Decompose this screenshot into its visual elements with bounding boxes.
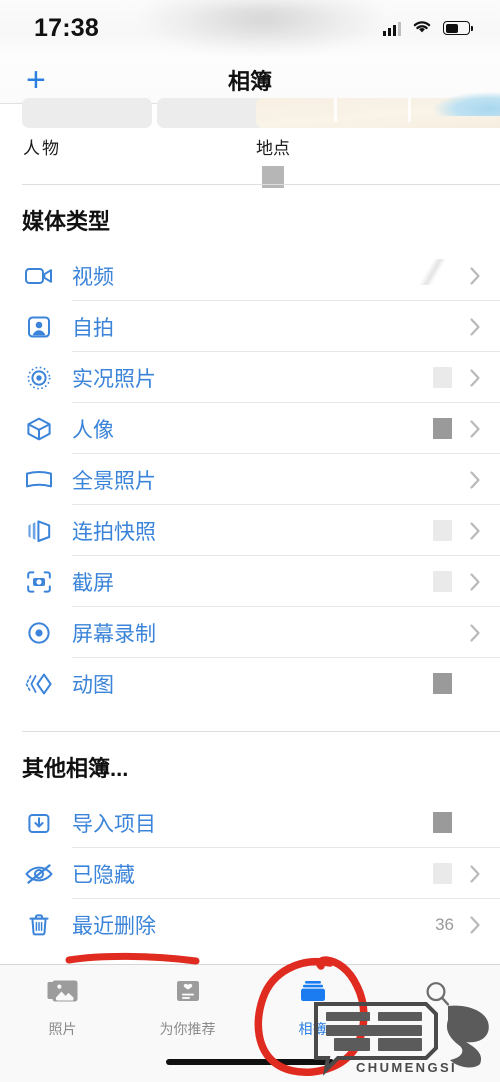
tab-photos[interactable]: 照片 (0, 979, 125, 1039)
album-count-placeholder (433, 673, 452, 694)
video-camera-icon (22, 260, 56, 292)
album-row-label: 视频 (72, 265, 114, 289)
album-row-label: 自拍 (72, 316, 114, 340)
chevron-right-icon (462, 673, 482, 695)
chevron-right-icon (462, 469, 482, 491)
album-row-count: 36 (435, 914, 454, 934)
places-album-thumbnail[interactable] (256, 92, 500, 128)
album-row[interactable]: 动图 (0, 658, 500, 709)
photos-albums-screen: 17:38 + 相簿 人物 地点 媒体类型 视频 自拍 实况照片 人像 全景照片… (0, 0, 500, 1082)
album-section: 其他相簿... 导入项目 已隐藏 最近删除 36 (0, 731, 500, 950)
section-title: 其他相簿... (22, 756, 129, 781)
album-row[interactable]: 截屏 (0, 556, 500, 607)
status-bar: 17:38 (0, 0, 500, 56)
burst-stack-icon (22, 515, 56, 547)
status-bar-time: 17:38 (34, 13, 99, 42)
screenshot-icon (22, 566, 56, 598)
tab-for-you-label: 为你推荐 (159, 1021, 216, 1037)
section-divider (22, 731, 500, 732)
album-count-placeholder (433, 520, 452, 541)
album-row-label: 全景照片 (72, 469, 156, 493)
album-section: 媒体类型 视频 自拍 实况照片 人像 全景照片 连拍快照 截屏 屏幕录制 动图 (0, 184, 500, 709)
page-title: 相簿 (227, 69, 272, 94)
eye-slash-icon (22, 858, 56, 890)
album-row[interactable]: 屏幕录制 (0, 607, 500, 658)
album-row-label: 已隐藏 (72, 863, 135, 887)
add-album-button[interactable]: + (26, 63, 46, 97)
album-row[interactable]: 已隐藏 (0, 848, 500, 899)
chevron-right-icon (462, 863, 482, 885)
live-photo-icon (22, 362, 56, 394)
chevron-right-icon (462, 367, 482, 389)
album-row-label: 最近删除 (72, 914, 156, 938)
selfie-person-icon (22, 311, 56, 343)
album-count-placeholder (433, 863, 452, 884)
section-divider (22, 184, 500, 185)
for-you-card-icon (173, 979, 203, 1012)
screen-record-icon (22, 617, 56, 649)
chevron-right-icon (462, 316, 482, 338)
trash-icon (22, 909, 56, 941)
chevron-right-icon (462, 418, 482, 440)
albums-sections: 媒体类型 视频 自拍 实况照片 人像 全景照片 连拍快照 截屏 屏幕录制 动图其… (0, 184, 500, 950)
album-count-placeholder (433, 571, 452, 592)
chevron-right-icon (462, 571, 482, 593)
album-row-label: 截屏 (72, 571, 114, 595)
tab-photos-label: 照片 (48, 1021, 77, 1037)
album-label-places: 地点 (256, 139, 290, 158)
album-row-label: 动图 (72, 673, 114, 697)
album-row[interactable]: 实况照片 (0, 352, 500, 403)
chevron-right-icon (462, 622, 482, 644)
chevron-right-icon (462, 914, 482, 936)
album-row-label: 实况照片 (72, 367, 156, 391)
status-bar-indicators (383, 18, 474, 39)
wifi-icon (411, 18, 433, 39)
album-count-placeholder (433, 367, 452, 388)
album-row[interactable]: 导入项目 (0, 797, 500, 848)
animated-gif-icon (22, 668, 56, 700)
cellular-signal-icon (383, 21, 401, 36)
album-row[interactable]: 自拍 (0, 301, 500, 352)
albums-scroll-content[interactable]: 人物 地点 媒体类型 视频 自拍 实况照片 人像 全景照片 连拍快照 截屏 屏幕… (0, 92, 500, 964)
album-row[interactable]: 人像 (0, 403, 500, 454)
album-row[interactable]: 连拍快照 (0, 505, 500, 556)
import-tray-icon (22, 807, 56, 839)
status-bar-blur-overlay (145, 0, 380, 52)
people-album-thumbnail-secondary[interactable] (157, 98, 267, 128)
watermark-logo: CHUMENGSI (314, 1002, 489, 1076)
chevron-right-icon (462, 812, 482, 834)
section-title: 媒体类型 (22, 209, 111, 234)
album-row[interactable]: 全景照片 (0, 454, 500, 505)
album-row-label: 屏幕录制 (72, 622, 156, 646)
album-count-placeholder (433, 812, 452, 833)
top-album-strip: 人物 地点 (0, 92, 500, 188)
watermark-text: CHUMENGSI (356, 1060, 457, 1075)
cube-portrait-icon (22, 413, 56, 445)
chevron-right-icon (462, 265, 482, 287)
album-row-label: 人像 (72, 418, 114, 442)
photos-stack-icon (46, 979, 80, 1012)
album-row[interactable]: 最近删除 36 (0, 899, 500, 950)
people-album-thumbnail[interactable] (22, 98, 152, 128)
navigation-bar: + 相簿 (0, 56, 500, 104)
album-row-label: 导入项目 (72, 812, 156, 836)
album-label-people: 人物 (23, 139, 61, 158)
album-row-label: 连拍快照 (72, 520, 156, 544)
album-count-placeholder (433, 418, 452, 439)
album-row[interactable]: 视频 (0, 250, 500, 301)
chevron-right-icon (462, 520, 482, 542)
battery-icon (443, 21, 474, 35)
tab-for-you[interactable]: 为你推荐 (125, 979, 250, 1039)
panorama-icon (22, 464, 56, 496)
